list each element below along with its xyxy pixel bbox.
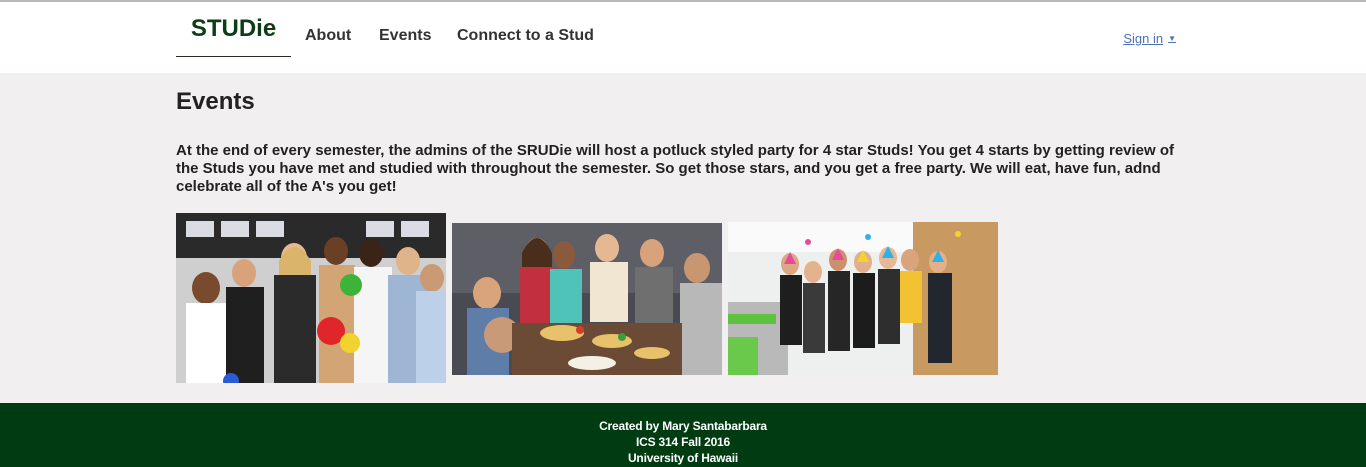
events-description: At the end of every semester, the admins… [176, 142, 1175, 195]
nav-events[interactable]: Events [379, 26, 431, 46]
footer-university: University of Hawaii [627, 451, 739, 465]
footer: Created by Mary Santabarbara ICS 314 Fal… [0, 403, 1366, 467]
brand-logo[interactable]: STUDie [176, 2, 291, 57]
sign-in-dropdown[interactable]: Sign in ▼ [1123, 31, 1176, 46]
dinner-party-photo [452, 223, 722, 375]
nav-connect-to-a-stud[interactable]: Connect to a Stud [457, 26, 594, 46]
office-celebration-photo [728, 222, 998, 375]
office-party-photo [176, 213, 446, 383]
sign-in-label: Sign in [1123, 31, 1164, 46]
footer-course: ICS 314 Fall 2016 [636, 435, 730, 449]
page-title: Events [176, 88, 255, 115]
navbar: STUDie About Events Connect to a Stud Si… [0, 2, 1366, 73]
footer-author: Created by Mary Santabarbara [599, 419, 767, 433]
caret-down-icon: ▼ [1168, 34, 1176, 43]
nav-about[interactable]: About [305, 26, 351, 46]
